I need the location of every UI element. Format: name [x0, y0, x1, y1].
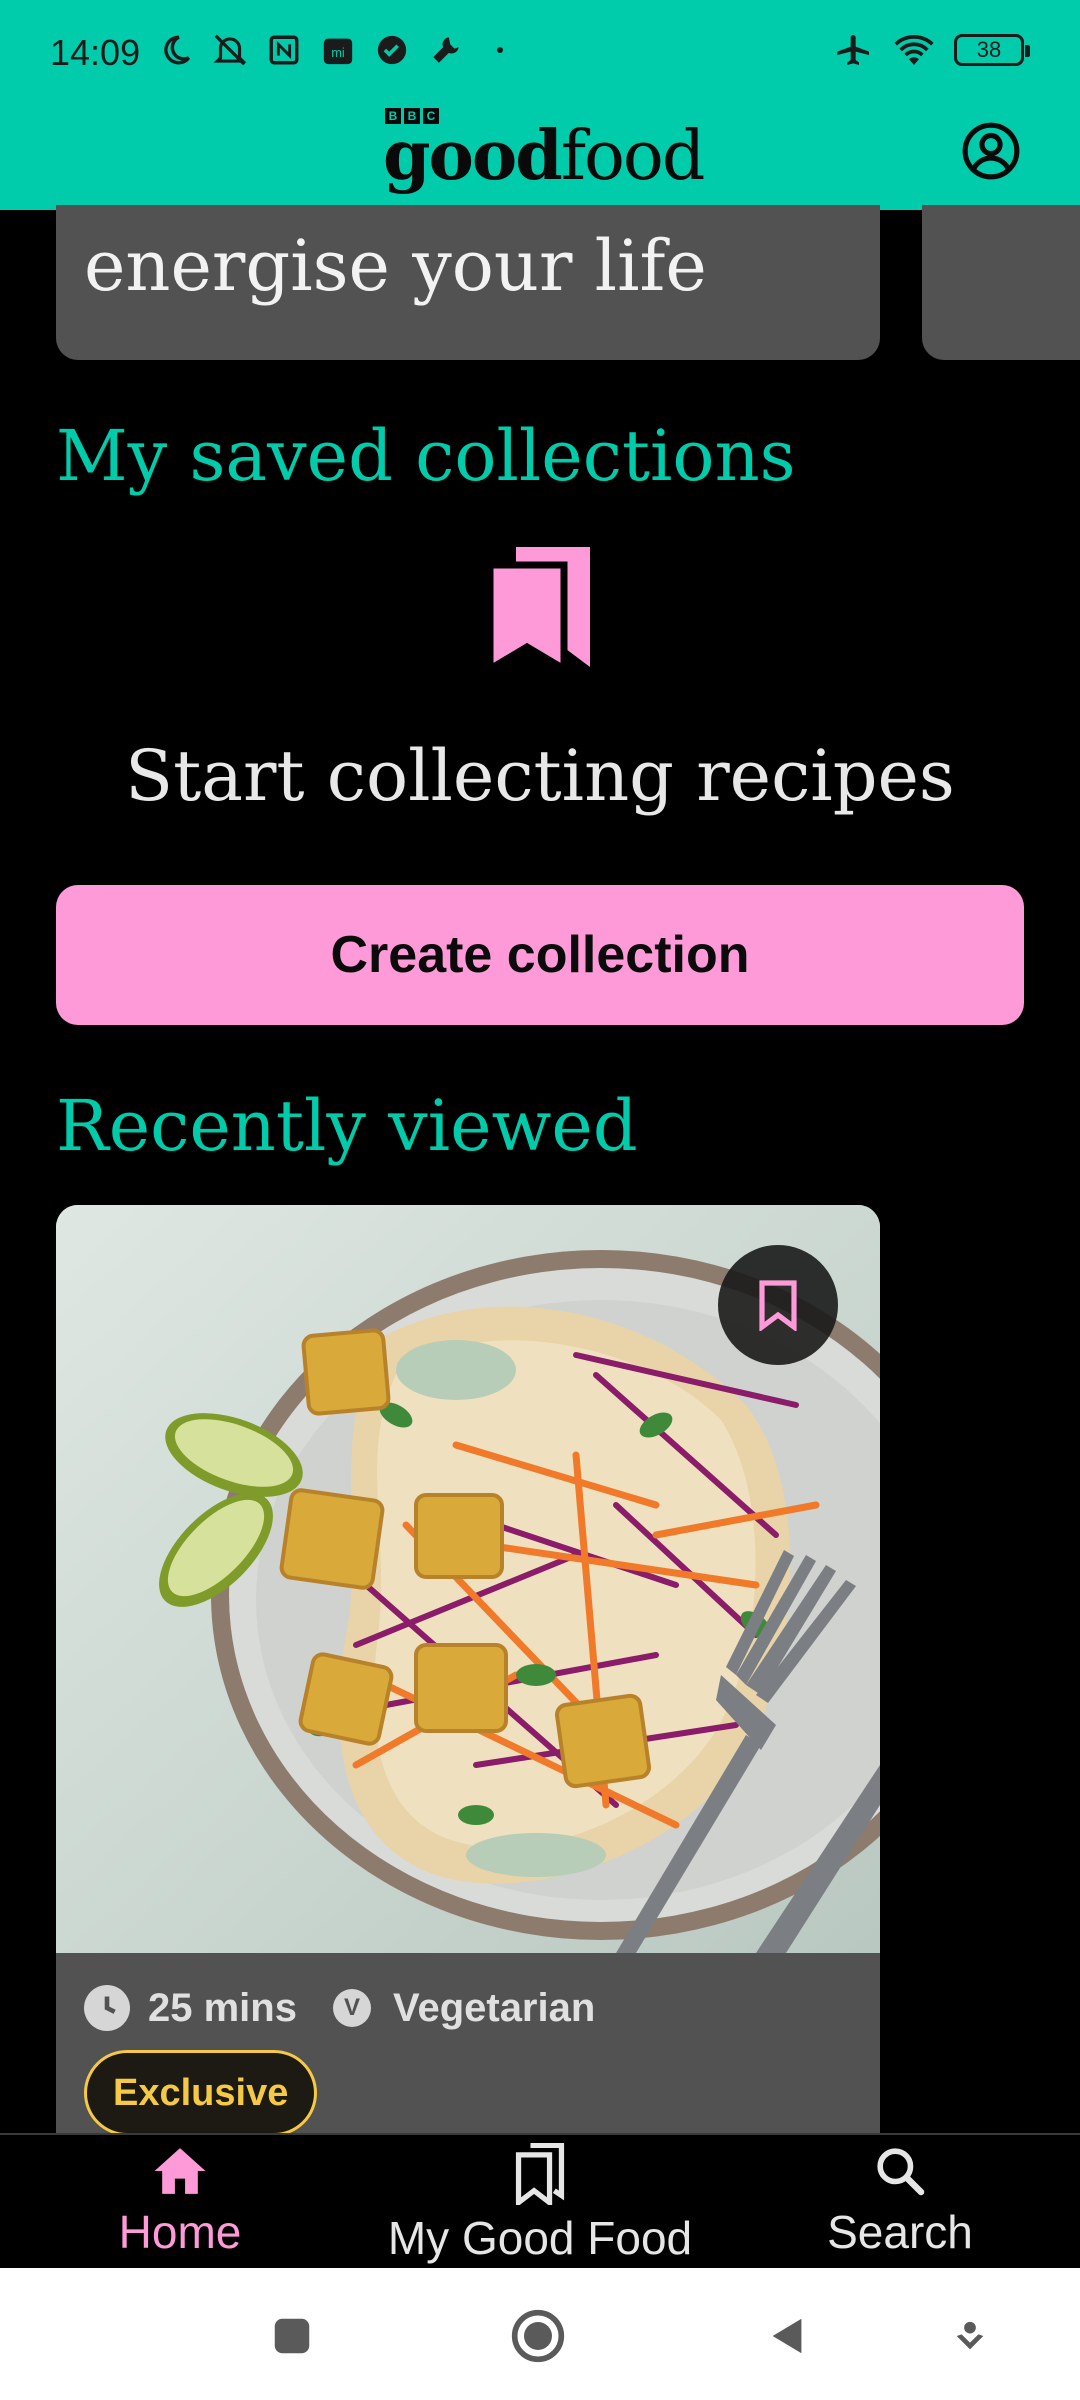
save-recipe-button[interactable] [718, 1245, 838, 1365]
bookmarks-icon [515, 2143, 565, 2205]
assist-icon [956, 2321, 984, 2350]
bookmarks-icon [486, 543, 596, 676]
system-navigation-bar [0, 2268, 1080, 2400]
exclusive-badge: Exclusive [84, 2050, 318, 2135]
status-time: 14:09 [50, 32, 141, 73]
brand-good: good [383, 116, 563, 196]
promo-card[interactable]: energise your life [56, 205, 880, 360]
home-icon [154, 2148, 206, 2194]
brand-food: food [560, 117, 706, 196]
dot-icon [480, 30, 520, 70]
search-icon [877, 2148, 925, 2196]
recipe-diet: Vegetarian [392, 1985, 596, 2030]
battery-icon: 38 [954, 34, 1030, 66]
battery-level: 38 [976, 37, 1002, 62]
bottom-navigation: Home My Good Food Search [0, 2133, 1080, 2268]
airplane-icon [834, 30, 874, 70]
svg-text:mi: mi [331, 45, 344, 60]
assist-button[interactable] [942, 2308, 998, 2364]
nav-my-good-food[interactable]: My Good Food [370, 2135, 710, 2270]
app-header: 14:09 mi 38 B B C goodfood [0, 0, 1080, 210]
nav-search[interactable]: Search [800, 2135, 1000, 2270]
account-circle-icon[interactable] [960, 120, 1022, 182]
back-icon [772, 2318, 802, 2354]
recipe-meta: 25 mins V Vegetarian [84, 1985, 595, 2031]
moon-icon [156, 30, 196, 70]
recipe-time: 25 mins [148, 1985, 297, 2030]
vegetarian-icon: V [332, 1989, 371, 2027]
nav-my-good-food-label: My Good Food [387, 2212, 693, 2264]
recents-icon [274, 2318, 310, 2354]
home-button[interactable] [510, 2308, 566, 2364]
recipe-card[interactable]: 25 mins V Vegetarian Exclusive [56, 1205, 880, 2135]
recents-button[interactable] [264, 2308, 320, 2364]
create-collection-button[interactable]: Create collection [56, 885, 1024, 1025]
recently-viewed-title: Recently viewed [56, 1085, 638, 1167]
wifi-icon [894, 30, 934, 70]
wrench-icon [426, 30, 466, 70]
bell-off-icon [210, 30, 250, 70]
check-circle-icon [372, 30, 412, 70]
nfc-icon [264, 30, 304, 70]
status-icons-left: mi [156, 30, 520, 70]
home-circle-icon [511, 2309, 565, 2363]
promo-card-text: energise your life [84, 225, 707, 307]
status-bar: 14:09 mi 38 [0, 0, 1080, 105]
status-icons-right: 38 [834, 30, 1030, 70]
nav-home[interactable]: Home [95, 2135, 265, 2270]
nav-home-label: Home [118, 2206, 242, 2258]
saved-collections-title: My saved collections [56, 415, 796, 497]
mi-icon: mi [318, 30, 358, 70]
brand-wordmark: goodfood [383, 116, 706, 197]
empty-collections-text: Start collecting recipes [125, 735, 955, 817]
nav-search-label: Search [827, 2206, 973, 2258]
clock-icon [84, 1985, 130, 2031]
bookmark-icon [759, 1280, 797, 1331]
recipe-image[interactable] [56, 1205, 880, 1953]
back-button[interactable] [760, 2308, 816, 2364]
promo-card-next[interactable] [922, 205, 1080, 360]
